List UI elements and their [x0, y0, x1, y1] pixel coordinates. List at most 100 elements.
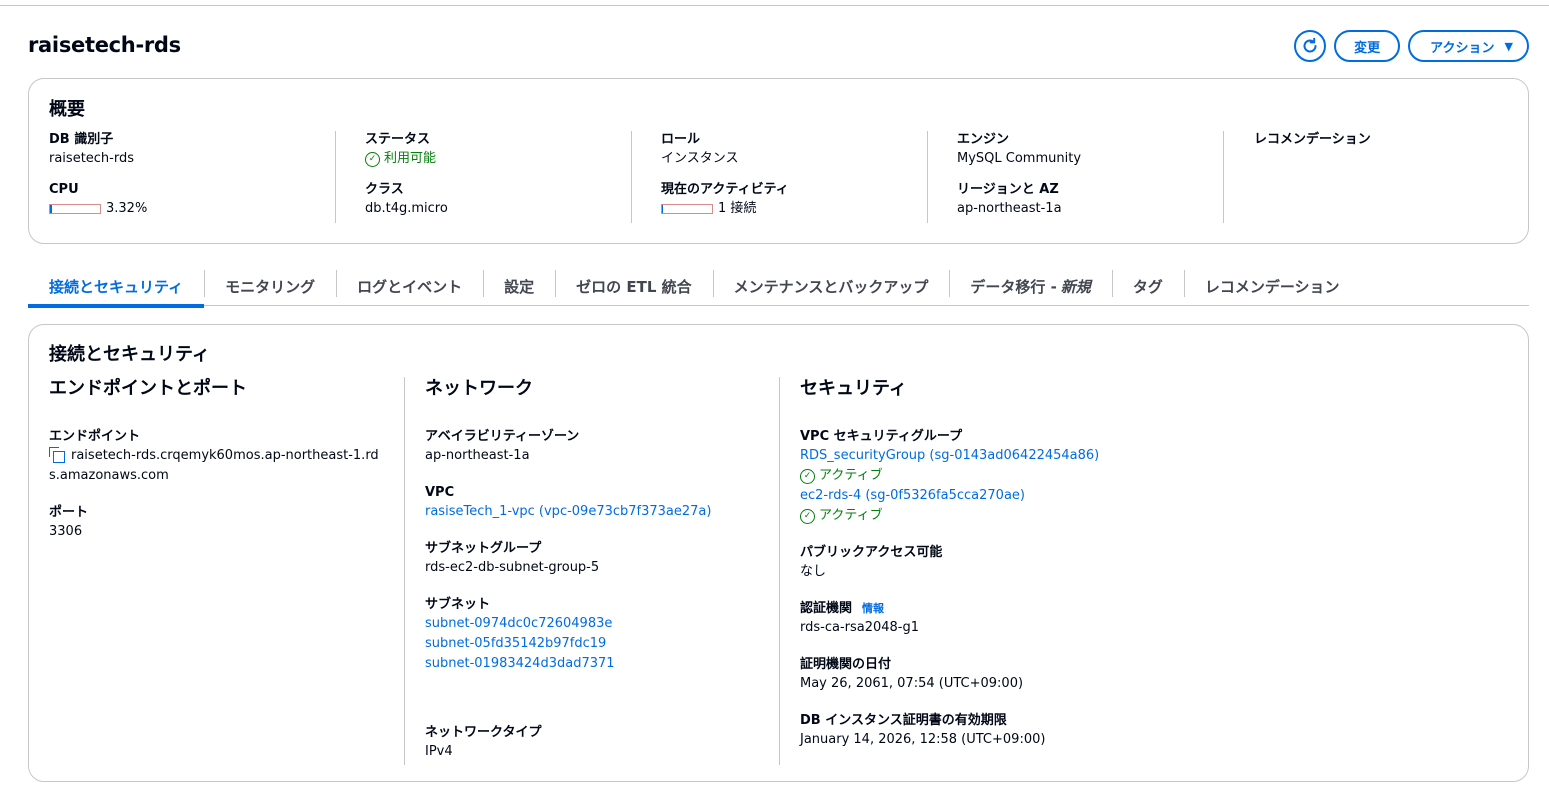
status-text: アクティブ — [819, 468, 883, 483]
subnets-label: サブネット — [425, 597, 491, 612]
refresh-button[interactable] — [1294, 30, 1327, 62]
cert-expiry-field: DB インスタンス証明書の有効期限 January 14, 2026, 12:5… — [800, 712, 1045, 750]
subnet-group-label: サブネットグループ — [425, 541, 542, 556]
public-access-value: なし — [800, 564, 827, 579]
recommendations-label: レコメンデーション — [1254, 132, 1371, 147]
activity-label: 現在のアクティビティ — [661, 182, 789, 197]
network-type-field: ネットワークタイプ IPv4 — [425, 724, 541, 762]
connectivity-panel: 接続とセキュリティ エンドポイントとポート エンドポイント raisetech-… — [28, 324, 1529, 782]
tab-logs-events[interactable]: ログとイベント — [336, 266, 483, 306]
cpu-meter: 3.32% — [49, 199, 345, 219]
port-value: 3306 — [49, 524, 83, 539]
ca-date-value: May 26, 2061, 07:54 (UTC+09:00) — [800, 676, 1024, 691]
endpoint-field: エンドポイント raisetech-rds.crqemyk60mos.ap-no… — [49, 428, 379, 486]
tab-label: データ移行 - — [970, 277, 1057, 296]
tab-label: モニタリング — [225, 277, 316, 296]
summary-col-4: エンジン MySQL Community リージョンと AZ ap-northe… — [927, 131, 1223, 223]
security-group-status: ✓ アクティブ — [800, 466, 1099, 486]
certificate-authority-label: 認証機関 — [800, 601, 853, 616]
info-link[interactable]: 情報 — [862, 602, 884, 615]
certificate-authority-value: rds-ca-rsa2048-g1 — [800, 620, 920, 635]
tab-new-badge: 新規 — [1060, 277, 1091, 296]
certificate-authority-label-row: 認証機関 情報 — [800, 600, 919, 618]
class-value: db.t4g.micro — [365, 201, 448, 216]
network-heading: ネットワーク — [425, 378, 533, 399]
caret-down-icon: ▼ — [1504, 39, 1513, 53]
ca-date-field: 証明機関の日付 May 26, 2061, 07:54 (UTC+09:00) — [800, 656, 1023, 694]
tab-monitoring[interactable]: モニタリング — [204, 266, 336, 306]
cert-expiry-value: January 14, 2026, 12:58 (UTC+09:00) — [800, 732, 1046, 747]
region-label: リージョンと AZ — [957, 182, 1059, 197]
security-group-link[interactable]: ec2-rds-4 (sg-0f5326fa5cca270ae) — [800, 486, 1099, 506]
subnet-group-field: サブネットグループ rds-ec2-db-subnet-group-5 — [425, 540, 599, 578]
endpoint-text-line1: raisetech-rds.crqemyk60mos.ap-northeast-… — [71, 448, 379, 463]
security-groups-label: VPC セキュリティグループ — [800, 429, 963, 444]
summary-col-1: DB 識別子 raisetech-rds CPU 3.32% — [49, 131, 345, 223]
tab-recommendations[interactable]: レコメンデーション — [1183, 266, 1361, 306]
copy-icon[interactable] — [49, 447, 65, 463]
cpu-bar-fill — [50, 205, 52, 213]
tab-label: レコメンデーション — [1204, 277, 1340, 296]
summary-col-2: ステータス ✓ 利用可能 クラス db.t4g.micro — [335, 131, 631, 223]
summary-panel: 概要 DB 識別子 raisetech-rds CPU 3.32% ステータス … — [28, 78, 1529, 244]
subnets-field: サブネット subnet-0974dc0c72604983e subnet-05… — [425, 596, 615, 674]
vpc-link[interactable]: rasiseTech_1-vpc (vpc-09e73cb7f373ae27a) — [425, 502, 711, 522]
role-value: インスタンス — [661, 151, 739, 166]
role-label: ロール — [661, 132, 701, 147]
certificate-authority-field: 認証機関 情報 rds-ca-rsa2048-g1 — [800, 600, 919, 638]
subnet-group-value: rds-ec2-db-subnet-group-5 — [425, 560, 600, 575]
modify-button[interactable]: 変更 — [1334, 30, 1401, 62]
vpc-label: VPC — [425, 485, 455, 500]
tab-maintenance-backup[interactable]: メンテナンスとバックアップ — [712, 266, 950, 306]
network-type-label: ネットワークタイプ — [425, 725, 542, 740]
status-value: ✓ 利用可能 — [365, 149, 631, 169]
header-actions: 変更 アクション ▼ — [1294, 30, 1529, 62]
check-circle-icon: ✓ — [800, 468, 815, 484]
tab-connectivity-security[interactable]: 接続とセキュリティ — [28, 266, 205, 308]
db-identifier-label: DB 識別子 — [49, 132, 114, 147]
activity-value: 1 接続 — [718, 201, 757, 216]
network-type-value: IPv4 — [425, 744, 453, 759]
engine-value: MySQL Community — [957, 151, 1082, 166]
summary-title: 概要 — [49, 99, 85, 120]
tab-zero-etl[interactable]: ゼロの ETL 統合 — [555, 266, 712, 306]
endpoint-label: エンドポイント — [49, 429, 141, 444]
az-field: アベイラビリティーゾーン ap-northeast-1a — [425, 428, 579, 466]
activity-bar — [661, 204, 713, 214]
tab-label: ゼロの ETL 統合 — [576, 277, 692, 296]
tab-data-migration[interactable]: データ移行 - 新規 — [949, 266, 1111, 306]
tab-label: 接続とセキュリティ — [49, 277, 184, 296]
tab-tags[interactable]: タグ — [1111, 266, 1184, 306]
ca-date-label: 証明機関の日付 — [800, 657, 892, 672]
port-label: ポート — [49, 505, 89, 520]
region-value: ap-northeast-1a — [957, 201, 1062, 216]
summary-col-3: ロール インスタンス 現在のアクティビティ 1 接続 — [631, 131, 927, 223]
endpoint-port-heading: エンドポイントとポート — [49, 378, 247, 399]
network-column: ネットワーク アベイラビリティーゾーン ap-northeast-1a VPC … — [404, 377, 779, 765]
endpoint-port-column: エンドポイントとポート エンドポイント raisetech-rds.crqemy… — [49, 377, 404, 765]
summary-col-5: レコメンデーション — [1223, 131, 1519, 223]
security-column: セキュリティ VPC セキュリティグループ RDS_securityGroup … — [779, 377, 1509, 765]
az-label: アベイラビリティーゾーン — [425, 429, 580, 444]
page-title: raisetech-rds — [28, 33, 181, 57]
refresh-icon — [1303, 37, 1317, 53]
port-field: ポート 3306 — [49, 504, 88, 542]
endpoint-value: raisetech-rds.crqemyk60mos.ap-northeast-… — [49, 446, 379, 466]
tab-label: メンテナンスとバックアップ — [733, 277, 929, 296]
engine-label: エンジン — [957, 132, 1010, 147]
subnet-link[interactable]: subnet-05fd35142b97fdc19 — [425, 634, 615, 654]
security-group-link[interactable]: RDS_securityGroup (sg-0143ad06422454a86) — [800, 446, 1099, 466]
tab-label: タグ — [1132, 277, 1163, 296]
tab-configuration[interactable]: 設定 — [483, 266, 555, 306]
status-text: 利用可能 — [384, 151, 437, 166]
check-circle-icon: ✓ — [800, 508, 815, 524]
subnet-link[interactable]: subnet-0974dc0c72604983e — [425, 614, 615, 634]
class-label: クラス — [365, 182, 404, 197]
actions-dropdown-button[interactable]: アクション ▼ — [1408, 30, 1529, 62]
cpu-label: CPU — [49, 182, 79, 197]
check-circle-icon: ✓ — [365, 151, 380, 167]
vpc-field: VPC rasiseTech_1-vpc (vpc-09e73cb7f373ae… — [425, 484, 711, 522]
actions-label: アクション — [1430, 40, 1495, 56]
connectivity-title: 接続とセキュリティ — [49, 344, 210, 365]
subnet-link[interactable]: subnet-01983424d3dad7371 — [425, 654, 615, 674]
